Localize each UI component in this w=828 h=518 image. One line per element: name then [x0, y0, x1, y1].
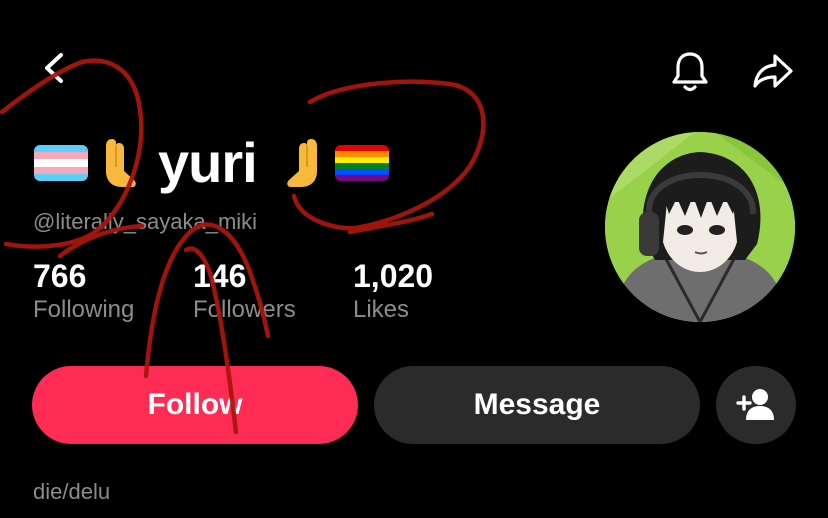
- avatar-image: [605, 132, 795, 322]
- stat-following[interactable]: 766 Following: [33, 258, 134, 324]
- profile-avatar[interactable]: [605, 132, 795, 322]
- back-button[interactable]: [30, 48, 78, 88]
- display-name: yuri: [158, 131, 258, 194]
- share-arrow-icon: [753, 54, 793, 88]
- followers-label: Followers: [193, 296, 296, 323]
- palms-up-emoji-icon: [286, 139, 317, 187]
- add-friend-button[interactable]: [716, 366, 796, 444]
- chevron-left-icon: [45, 53, 63, 83]
- stat-followers[interactable]: 146 Followers: [193, 258, 296, 324]
- message-button[interactable]: Message: [374, 366, 700, 444]
- stat-likes[interactable]: 1,020 Likes: [353, 258, 433, 324]
- username-handle[interactable]: @literally_sayaka_miki: [33, 209, 257, 235]
- notification-bell-button[interactable]: [665, 48, 715, 94]
- rainbow-flag-icon: [334, 145, 389, 181]
- bell-icon: [672, 52, 708, 92]
- profile-bio: die/delu: [33, 479, 111, 504]
- palms-up-emoji-icon: [106, 139, 136, 187]
- share-button[interactable]: [748, 48, 798, 94]
- following-count: 766: [33, 258, 87, 294]
- follow-button[interactable]: Follow: [32, 366, 358, 444]
- likes-count: 1,020: [353, 258, 434, 294]
- profile-name-row: yuri: [34, 132, 389, 194]
- likes-label: Likes: [353, 296, 410, 323]
- followers-count: 146: [193, 258, 247, 294]
- following-label: Following: [33, 296, 135, 323]
- transgender-flag-icon: [34, 145, 88, 181]
- person-add-icon: [736, 389, 774, 420]
